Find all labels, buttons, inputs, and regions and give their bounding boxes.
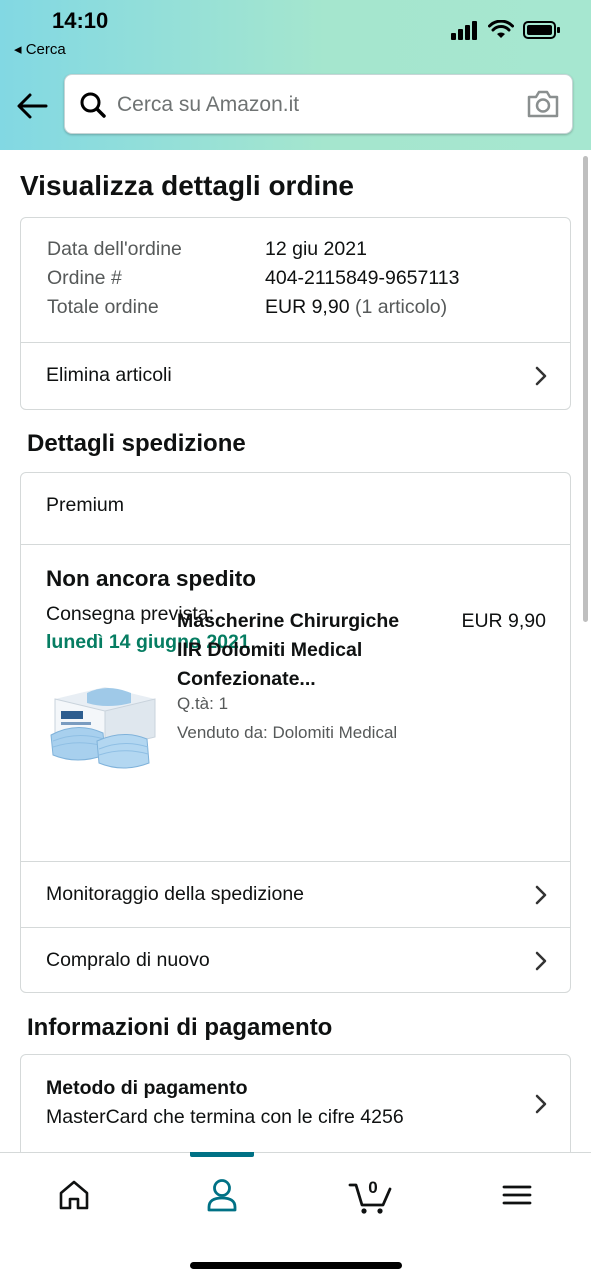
- camera-icon[interactable]: [526, 89, 560, 119]
- chevron-right-icon: [535, 885, 547, 905]
- status-time: 14:10: [52, 8, 109, 33]
- order-summary-grid: Data dell'ordine 12 giu 2021 Ordine # 40…: [47, 238, 459, 325]
- product-price: EUR 9,90: [461, 610, 546, 632]
- active-tab-indicator: [190, 1152, 254, 1157]
- back-arrow-icon[interactable]: [14, 88, 50, 124]
- product-image[interactable]: [47, 679, 157, 775]
- scrollbar[interactable]: [583, 156, 588, 622]
- remove-items-row[interactable]: Elimina articoli: [21, 343, 570, 409]
- nav-account[interactable]: [197, 1175, 247, 1215]
- order-total-value: EUR 9,90 (1 articolo): [265, 296, 447, 325]
- payment-method-detail: MasterCard che termina con le cifre 4256: [46, 1106, 404, 1128]
- page-title: Visualizza dettagli ordine: [20, 170, 355, 201]
- nav-cart[interactable]: 0: [346, 1175, 396, 1215]
- buy-again-label: Compralo di nuovo: [46, 949, 210, 971]
- order-number-label: Ordine #: [47, 267, 122, 289]
- buy-again-row[interactable]: Compralo di nuovo: [21, 928, 570, 994]
- order-date-value: 12 giu 2021: [265, 238, 367, 260]
- order-number-value: 404-2115849-9657113: [265, 267, 460, 289]
- chevron-right-icon: [535, 1094, 547, 1114]
- track-shipment-row[interactable]: Monitoraggio della spedizione: [21, 862, 570, 928]
- shipping-card: Premium Non ancora spedito Consegna prev…: [20, 472, 571, 993]
- bottom-nav: 0: [0, 1152, 591, 1280]
- order-number-row: Ordine # 404-2115849-9657113: [47, 267, 459, 296]
- order-date-row: Data dell'ordine 12 giu 2021: [47, 238, 459, 267]
- chevron-right-icon: [535, 951, 547, 971]
- battery-icon: [523, 21, 560, 39]
- shipping-section-title: Dettagli spedizione: [27, 430, 246, 457]
- payment-section-title: Informazioni di pagamento: [27, 1014, 333, 1041]
- home-indicator[interactable]: [190, 1262, 402, 1269]
- product-quantity: Q.tà: 1: [177, 694, 229, 713]
- order-total-label: Totale ordine: [47, 296, 159, 318]
- app-header: 14:10 ◂ Cerca: [0, 0, 591, 150]
- search-input[interactable]: [117, 87, 507, 123]
- order-summary-card: Data dell'ordine 12 giu 2021 Ordine # 40…: [20, 217, 571, 410]
- product-name[interactable]: Mascherine Chirurgiche IIR Dolomiti Medi…: [177, 607, 427, 694]
- track-shipment-label: Monitoraggio della spedizione: [46, 883, 305, 905]
- search-bar[interactable]: [64, 74, 573, 134]
- main-content[interactable]: Visualizza dettagli ordine Data dell'ord…: [0, 150, 591, 1152]
- account-icon: [207, 1179, 237, 1212]
- back-to-search-link[interactable]: ◂ Cerca: [14, 40, 66, 58]
- payment-card[interactable]: Metodo di pagamento MasterCard che termi…: [20, 1054, 571, 1152]
- product-seller: Venduto da: Dolomiti Medical: [177, 723, 398, 742]
- menu-icon: [502, 1185, 532, 1205]
- order-total-row: Totale ordine EUR 9,90 (1 articolo): [47, 296, 459, 325]
- status-icons: [451, 20, 561, 40]
- remove-items-label: Elimina articoli: [46, 364, 172, 386]
- order-total-amount: EUR 9,90: [265, 296, 350, 318]
- nav-menu[interactable]: [492, 1175, 542, 1215]
- wifi-icon: [488, 20, 514, 38]
- nav-home[interactable]: [49, 1175, 99, 1215]
- cart-count: 0: [368, 1178, 377, 1197]
- chevron-right-icon: [535, 366, 547, 386]
- order-date-label: Data dell'ordine: [47, 238, 182, 260]
- home-icon: [59, 1180, 89, 1210]
- payment-method-title: Metodo di pagamento: [46, 1077, 248, 1099]
- search-icon: [80, 92, 106, 118]
- signal-icon: [451, 21, 477, 40]
- order-item-count: (1 articolo): [354, 296, 448, 318]
- cart-icon: 0: [348, 1178, 392, 1214]
- shipping-type: Premium: [46, 494, 125, 516]
